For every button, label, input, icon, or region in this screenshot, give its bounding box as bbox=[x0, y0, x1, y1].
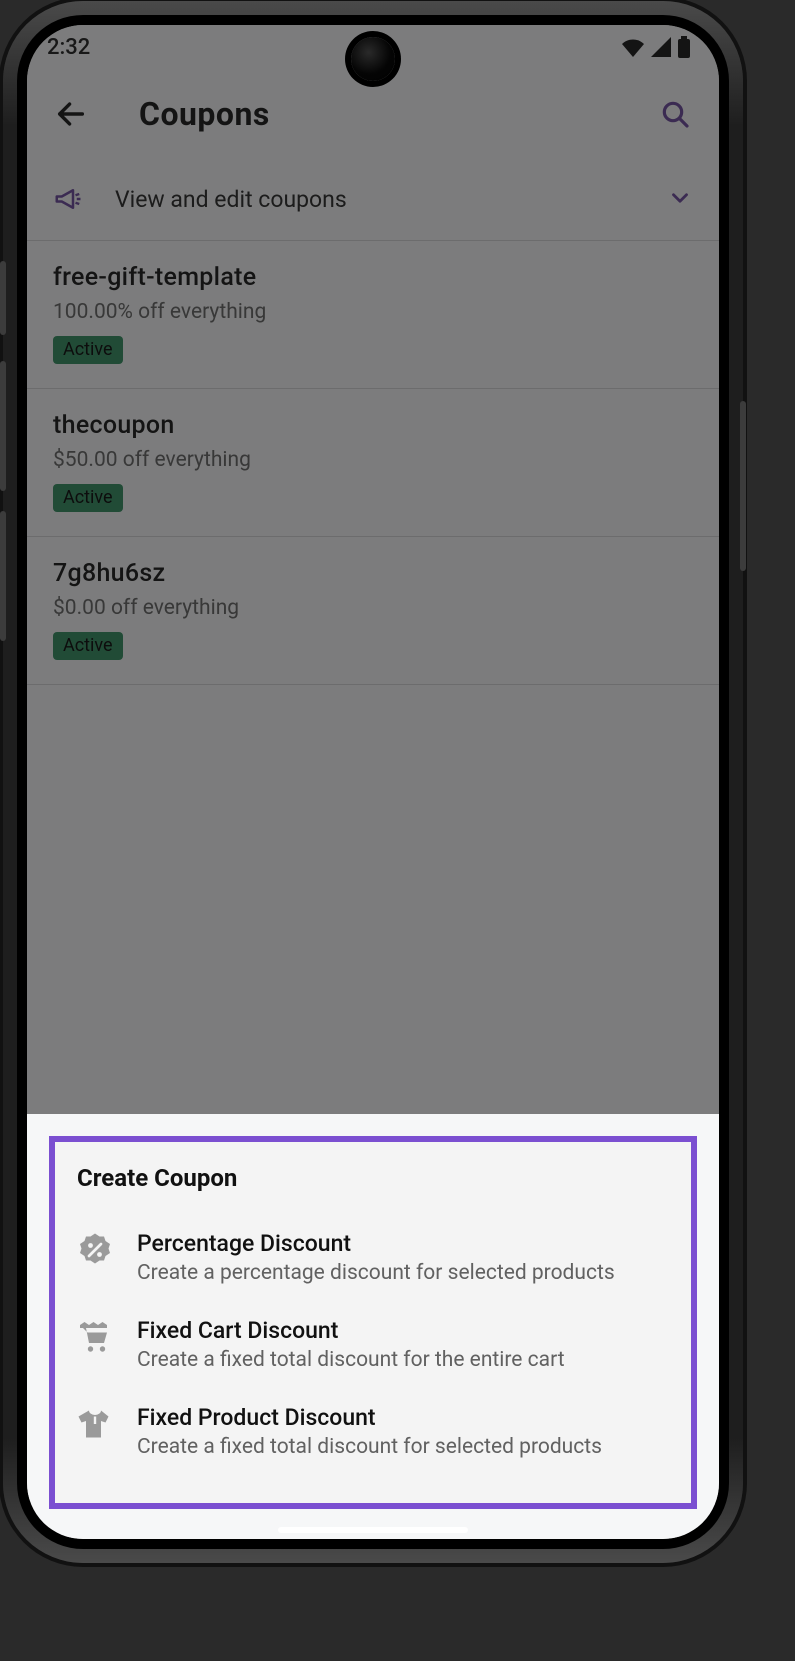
phone-frame: 2:32 Coupons bbox=[3, 1, 743, 1563]
home-indicator[interactable] bbox=[278, 1527, 468, 1533]
sheet-title: Create Coupon bbox=[73, 1164, 673, 1192]
option-desc: Create a fixed total discount for the en… bbox=[137, 1348, 565, 1372]
option-desc: Create a percentage discount for selecte… bbox=[137, 1261, 615, 1285]
phone-side-button bbox=[0, 261, 6, 335]
cart-icon bbox=[77, 1319, 113, 1355]
create-coupon-sheet: Create Coupon Percentage Discount Create… bbox=[49, 1136, 697, 1509]
option-title: Percentage Discount bbox=[137, 1230, 615, 1257]
phone-camera-cutout bbox=[351, 37, 395, 81]
phone-volume-down-button bbox=[0, 511, 6, 641]
hoodie-icon bbox=[77, 1406, 113, 1442]
phone-screen: 2:32 Coupons bbox=[27, 25, 719, 1539]
phone-power-button bbox=[740, 401, 746, 571]
percent-badge-icon bbox=[77, 1232, 113, 1268]
phone-volume-up-button bbox=[0, 361, 6, 491]
option-title: Fixed Product Discount bbox=[137, 1404, 602, 1431]
option-percentage-discount[interactable]: Percentage Discount Create a percentage … bbox=[73, 1216, 673, 1303]
option-fixed-product-discount[interactable]: Fixed Product Discount Create a fixed to… bbox=[73, 1390, 673, 1477]
option-fixed-cart-discount[interactable]: Fixed Cart Discount Create a fixed total… bbox=[73, 1303, 673, 1390]
bottom-sheet-container: Create Coupon Percentage Discount Create… bbox=[27, 1114, 719, 1539]
phone-bezel: 2:32 Coupons bbox=[17, 15, 729, 1549]
option-title: Fixed Cart Discount bbox=[137, 1317, 565, 1344]
option-desc: Create a fixed total discount for select… bbox=[137, 1435, 602, 1459]
